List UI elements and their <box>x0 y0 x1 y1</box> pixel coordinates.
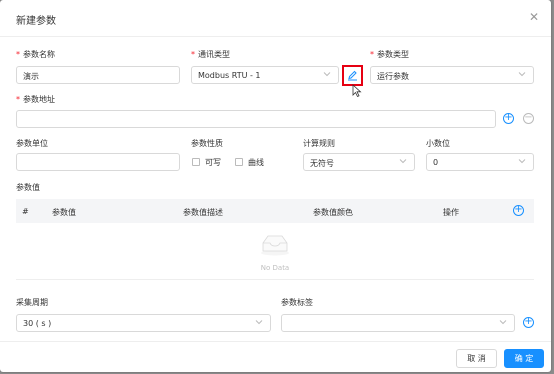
param-values-table-header: # 参数值 参数值描述 参数值颜色 操作 + <box>16 199 534 223</box>
chevron-down-icon <box>499 318 507 326</box>
param-type-value: 运行参数 <box>377 72 409 81</box>
param-type-select[interactable]: 运行参数 <box>370 66 534 84</box>
col-value: 参数值 <box>52 208 76 217</box>
dialog-footer: 取 消 确 定 <box>0 341 551 373</box>
param-name-value: 演示 <box>23 72 39 81</box>
param-unit-input[interactable] <box>16 153 180 171</box>
ok-button[interactable]: 确 定 <box>504 349 544 368</box>
param-values-label: 参数值 <box>16 183 40 192</box>
curve-checkbox-label: 曲线 <box>248 158 264 167</box>
tags-label: 参数标签 <box>281 298 313 307</box>
param-name-input[interactable]: 演示 <box>16 66 180 84</box>
calc-rule-select[interactable]: 无符号 <box>303 153 415 171</box>
cancel-button[interactable]: 取 消 <box>456 349 497 368</box>
empty-box-icon <box>261 235 289 256</box>
cursor-icon <box>352 84 362 98</box>
decimal-select[interactable]: 0 <box>426 153 534 171</box>
dialog-header: 新建参数 ✕ <box>0 0 551 37</box>
curve-checkbox[interactable] <box>235 158 243 166</box>
period-select[interactable]: 30 ( s ) <box>16 314 271 332</box>
add-tag-plus-circle-icon[interactable]: + <box>523 317 534 328</box>
param-nature-label: 参数性质 <box>191 139 223 148</box>
col-action: 操作 <box>443 208 459 217</box>
comm-type-value: Modbus RTU - 1 <box>198 71 261 80</box>
param-type-label: * 参数类型 <box>370 50 409 59</box>
comm-type-label: * 通讯类型 <box>191 50 230 59</box>
chevron-down-icon <box>399 157 407 165</box>
chevron-down-icon <box>323 70 331 78</box>
writable-checkbox[interactable] <box>192 158 200 166</box>
period-value: 30 ( s ) <box>23 319 52 328</box>
decimal-value: 0 <box>433 158 439 167</box>
writable-checkbox-label: 可写 <box>205 158 221 167</box>
param-unit-label: 参数单位 <box>16 139 48 148</box>
col-color: 参数值颜色 <box>313 208 353 217</box>
param-values-table-body: No Data <box>16 223 534 280</box>
param-name-label: * 参数名称 <box>16 50 55 59</box>
col-index: # <box>22 207 29 216</box>
edit-icon <box>348 70 357 81</box>
decimal-label: 小数位 <box>426 139 450 148</box>
empty-text: No Data <box>260 264 290 272</box>
dialog-title: 新建参数 <box>16 16 56 27</box>
chevron-down-icon <box>255 318 263 326</box>
chevron-down-icon <box>518 157 526 165</box>
calc-rule-value: 无符号 <box>310 159 334 168</box>
period-label: 采集周期 <box>16 298 48 307</box>
tags-select[interactable] <box>281 314 515 332</box>
add-value-plus-circle-icon[interactable]: + <box>513 205 524 216</box>
param-addr-label: * 参数地址 <box>16 95 55 104</box>
comm-type-select[interactable]: Modbus RTU - 1 <box>191 66 339 84</box>
new-parameter-dialog: 新建参数 ✕ * 参数名称 * 通讯类型 * 参数类型 演示 Modbus RTU -… <box>0 0 551 372</box>
col-description: 参数值描述 <box>183 208 223 217</box>
plus-circle-icon[interactable]: + <box>503 113 514 124</box>
minus-circle-icon[interactable]: − <box>523 113 534 124</box>
close-icon[interactable]: ✕ <box>527 10 541 24</box>
chevron-down-icon <box>518 70 526 78</box>
param-addr-input[interactable] <box>16 110 496 128</box>
calc-rule-label: 计算规则 <box>303 139 335 148</box>
edit-comm-type-button[interactable] <box>342 65 363 86</box>
